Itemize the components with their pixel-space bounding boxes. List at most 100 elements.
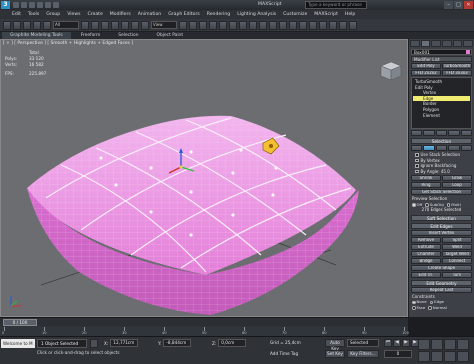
maximize-viewport-icon[interactable] xyxy=(457,351,469,362)
menu-rendering[interactable]: Rendering xyxy=(207,12,230,17)
create-tab-icon[interactable] xyxy=(410,40,420,47)
key-mode-dropdown[interactable]: Selected xyxy=(347,339,379,347)
save-file-icon[interactable] xyxy=(29,2,35,8)
menu-lighting-analysis[interactable]: Lighting Analysis xyxy=(237,12,276,17)
select-manipulate-icon[interactable] xyxy=(189,20,197,30)
add-time-tag[interactable]: Add Time Tag xyxy=(270,351,298,356)
bind-space-warp-icon[interactable] xyxy=(43,20,51,30)
edge-mode-icon[interactable] xyxy=(423,145,435,151)
selection-rollout-header[interactable]: Selection xyxy=(411,138,472,144)
zoom-extents-all-icon[interactable] xyxy=(457,339,469,350)
layer-manager-icon[interactable] xyxy=(279,20,287,30)
selection-lock-icon[interactable] xyxy=(90,339,98,348)
edit-edges-rollout-header[interactable]: Edit Edges xyxy=(411,222,472,229)
constraint-face-radio[interactable]: Face xyxy=(412,305,425,310)
split-button[interactable]: Split xyxy=(442,236,472,243)
pin-stack-icon[interactable] xyxy=(411,130,423,136)
redo-icon[interactable] xyxy=(45,2,51,8)
pan-icon[interactable] xyxy=(431,351,443,362)
set-key-button[interactable]: Set Key xyxy=(325,350,345,358)
graphite-toggle-icon[interactable] xyxy=(289,20,297,30)
play-icon[interactable]: ▶ xyxy=(402,339,410,347)
turbosmooth-quick-button[interactable]: TurboSmooth xyxy=(442,63,472,69)
chamfer-button[interactable]: Chamfer xyxy=(411,250,441,257)
object-name-field[interactable]: Box001 xyxy=(411,49,472,55)
curve-editor-icon[interactable] xyxy=(299,20,307,30)
modifier-stack[interactable]: TurboSmooth Edit Poly Vertex Edge Border… xyxy=(411,77,472,129)
redo-tool-icon[interactable] xyxy=(13,20,21,30)
y-field[interactable]: -8,844cm xyxy=(163,339,192,347)
repeat-last-button[interactable]: Repeat Last xyxy=(411,286,472,293)
tab-freeform[interactable]: Freeform xyxy=(73,32,109,39)
snaps-toggle-icon[interactable] xyxy=(209,20,217,30)
z-field[interactable]: 0,0cm xyxy=(218,339,247,347)
material-editor-icon[interactable] xyxy=(319,20,327,30)
menu-customize[interactable]: Customize xyxy=(283,12,307,17)
render-setup-icon[interactable] xyxy=(329,20,337,30)
window-crossing-icon[interactable] xyxy=(111,20,119,30)
align-icon[interactable] xyxy=(269,20,277,30)
soft-selection-rollout-header[interactable]: Soft Selection xyxy=(411,214,472,221)
undo-tool-icon[interactable] xyxy=(3,20,11,30)
shrink-button[interactable]: Shrink xyxy=(411,175,441,181)
menu-modifiers[interactable]: Modifiers xyxy=(110,12,131,17)
edit-geometry-rollout-header[interactable]: Edit Geometry xyxy=(411,279,472,286)
tab-selection[interactable]: Selection xyxy=(110,32,146,39)
connect-button[interactable]: Connect xyxy=(442,257,472,264)
app-logo-icon[interactable]: 3 xyxy=(1,1,10,9)
configure-sets-icon[interactable] xyxy=(460,130,473,136)
render-production-icon[interactable] xyxy=(349,20,357,30)
show-end-result-icon[interactable] xyxy=(423,130,435,136)
constraint-none-radio[interactable]: None xyxy=(412,299,427,304)
link-icon[interactable] xyxy=(23,20,31,30)
menu-graph-editors[interactable]: Graph Editors xyxy=(168,12,200,17)
extrude-button[interactable]: Extrude xyxy=(411,243,441,250)
menu-tools[interactable]: Tools xyxy=(28,12,39,17)
constraint-edge-radio[interactable]: Edge xyxy=(429,299,444,304)
stack-item-element[interactable]: Element xyxy=(413,113,470,119)
ffd3-quick-button[interactable]: FFD 3x3x3 xyxy=(442,70,472,76)
minimize-button[interactable]: – xyxy=(444,1,453,9)
previous-frame-icon[interactable]: ◀ xyxy=(393,339,401,347)
selection-filter-dropdown[interactable]: All xyxy=(53,21,79,29)
scale-icon[interactable] xyxy=(141,20,149,30)
spinner-snap-icon[interactable] xyxy=(239,20,247,30)
motion-tab-icon[interactable] xyxy=(442,40,452,47)
select-object-icon[interactable] xyxy=(81,20,89,30)
zoom-all-icon[interactable] xyxy=(431,339,443,350)
viewport-scene[interactable] xyxy=(1,40,407,316)
ffd2-quick-button[interactable]: FFD 2x2x2 xyxy=(411,70,441,76)
preview-multi-radio[interactable]: Multi xyxy=(446,202,461,207)
tab-object-paint[interactable]: Object Paint xyxy=(149,32,192,39)
menu-edit[interactable]: Edit xyxy=(12,12,21,17)
display-tab-icon[interactable] xyxy=(452,40,463,47)
rect-selection-icon[interactable] xyxy=(101,20,109,30)
remove-modifier-icon[interactable] xyxy=(448,130,460,136)
make-unique-icon[interactable] xyxy=(435,130,448,136)
menu-help[interactable]: Help xyxy=(345,12,355,17)
named-selection-icon[interactable] xyxy=(249,20,257,30)
loop-button[interactable]: Loop xyxy=(442,182,472,188)
key-filters-button[interactable]: Key Filters... xyxy=(347,350,379,358)
menu-create[interactable]: Create xyxy=(88,12,103,17)
time-slider-thumb[interactable]: 0 / 100 xyxy=(3,319,37,326)
x-field[interactable]: 12,771cm xyxy=(110,339,139,347)
modify-tab-icon[interactable] xyxy=(420,40,431,47)
zoom-icon[interactable] xyxy=(418,339,430,350)
new-file-icon[interactable] xyxy=(13,2,19,8)
menu-views[interactable]: Views xyxy=(67,12,80,17)
tab-graphite-modeling-tools[interactable]: Graphite Modeling Tools xyxy=(2,32,71,39)
rotate-icon[interactable] xyxy=(131,20,139,30)
open-file-icon[interactable] xyxy=(21,2,27,8)
zoom-extents-icon[interactable] xyxy=(444,339,456,350)
search-input[interactable]: Type a keyword or phrase xyxy=(305,1,367,9)
by-angle-checkbox[interactable]: By Angle: 45.0 xyxy=(415,169,472,175)
viewport-label[interactable]: [ + ] [ Perspective ] [ Smooth + Highlig… xyxy=(3,41,133,46)
mirror-icon[interactable] xyxy=(259,20,267,30)
select-by-name-icon[interactable] xyxy=(91,20,99,30)
angle-snap-icon[interactable] xyxy=(219,20,227,30)
modifier-list-dropdown[interactable]: Modifier List xyxy=(411,56,472,62)
maxscript-listener[interactable]: Welcome to M xyxy=(1,339,35,348)
edit-tri-button[interactable]: Edit Tri. xyxy=(411,271,441,278)
rendered-frame-icon[interactable] xyxy=(339,20,347,30)
